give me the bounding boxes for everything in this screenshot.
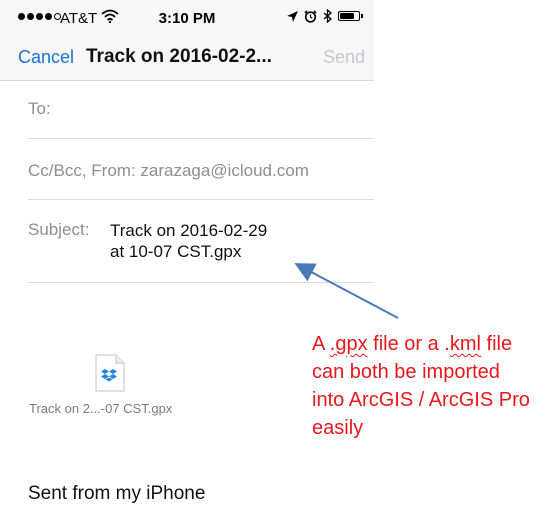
- annotation-line-1: A .gpx file or a .kml file: [312, 333, 513, 355]
- annotation-line-4: easily: [312, 417, 364, 439]
- annotation-line-3: into ArcGIS / ArcGIS Pro: [312, 389, 530, 411]
- annotation-line-2: can both be imported: [312, 361, 500, 383]
- annotation-callout: A .gpx file or a .kml file can both be i…: [312, 330, 552, 442]
